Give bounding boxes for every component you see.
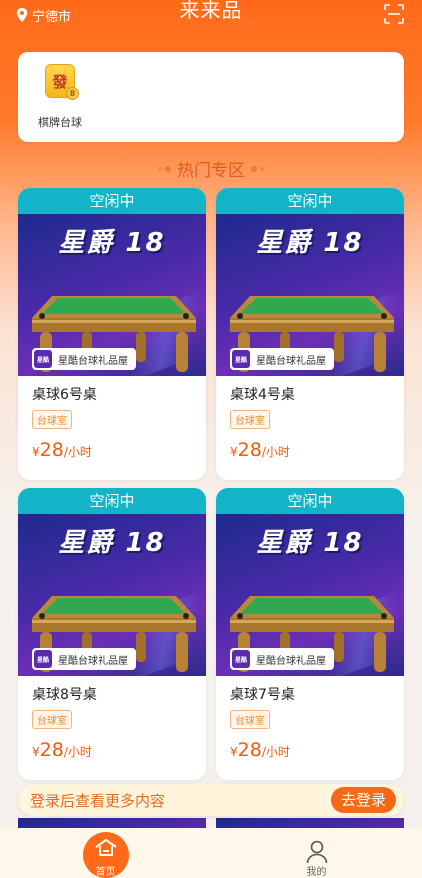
price: ¥28/小时	[32, 439, 92, 461]
tab-home[interactable]: 首页	[0, 828, 211, 878]
table-name: 桌球7号桌	[230, 687, 295, 703]
category-panel: 發 8 棋牌台球	[18, 52, 404, 142]
shop-name: 星酷台球礼品屋	[256, 655, 326, 667]
shop-tag: 星酷 星酷台球礼品屋	[230, 348, 334, 370]
status-banner: 空闲中	[216, 488, 404, 514]
brand-logo: 星爵 18	[58, 228, 166, 258]
venue-type-tag: 台球室	[230, 410, 270, 429]
shop-logo-icon: 星酷	[34, 350, 52, 368]
price: ¥28/小时	[230, 439, 290, 461]
tab-home-label: 首页	[95, 867, 116, 878]
shop-name: 星酷台球礼品屋	[58, 355, 128, 367]
table-name: 桌球8号桌	[32, 687, 97, 703]
price: ¥28/小时	[32, 739, 92, 761]
venue-type-tag: 台球室	[32, 410, 72, 429]
app-title: 来来品	[179, 0, 243, 22]
price: ¥28/小时	[230, 739, 290, 761]
shop-tag: 星酷 星酷台球礼品屋	[230, 648, 334, 670]
brand-logo: 星爵 18	[256, 228, 364, 258]
user-icon	[306, 840, 327, 864]
shop-name: 星酷台球礼品屋	[256, 355, 326, 367]
shop-logo-icon: 星酷	[232, 350, 250, 368]
shop-name: 星酷台球礼品屋	[58, 655, 128, 667]
status-banner: 空闲中	[18, 488, 206, 514]
table-name: 桌球6号桌	[32, 387, 97, 403]
login-prompt-message: 登录后查看更多内容	[30, 791, 166, 810]
tab-mine-label: 我的	[306, 867, 327, 878]
top-bar: 宁德市 来来品	[0, 0, 422, 40]
shop-logo-icon: 星酷	[34, 650, 52, 668]
table-image: 星爵 18 星酷 星酷台球礼品屋	[18, 214, 206, 376]
login-button[interactable]: 去登录	[330, 787, 396, 813]
home-icon	[94, 838, 117, 856]
brand-logo: 星爵 18	[58, 528, 166, 558]
shop-tag: 星酷 星酷台球礼品屋	[32, 348, 136, 370]
category-item-chess-billiards[interactable]: 發 8 棋牌台球	[32, 62, 88, 132]
mahjong-fa-icon: 發 8	[45, 64, 79, 100]
table-image: 星爵 18 星酷 星酷台球礼品屋	[18, 514, 206, 676]
venue-card[interactable]: 空闲中 星爵 18 星酷 星酷台球礼品屋 桌球8号桌 台球室 ¥28/小时	[18, 488, 206, 780]
status-banner: 空闲中	[216, 188, 404, 214]
table-image: 星爵 18 星酷 星酷台球礼品屋	[216, 214, 404, 376]
table-image: 星爵 18 星酷 星酷台球礼品屋	[216, 514, 404, 676]
tab-mine[interactable]: 我的	[211, 828, 422, 878]
status-banner: 空闲中	[18, 188, 206, 214]
decor-dots-right	[251, 165, 264, 172]
brand-logo: 星爵 18	[256, 528, 364, 558]
section-title: 热门专区	[0, 156, 422, 181]
shop-logo-icon: 星酷	[232, 650, 250, 668]
venue-card[interactable]: 空闲中 星爵 18 星酷 星酷台球礼品屋 桌球7号桌 台球室 ¥28/小时	[216, 488, 404, 780]
category-label: 棋牌台球	[38, 116, 82, 129]
coin-badge: 8	[66, 87, 79, 100]
login-prompt-bar: 登录后查看更多内容 去登录	[18, 784, 404, 816]
venue-type-tag: 台球室	[230, 710, 270, 729]
scan-icon[interactable]	[384, 4, 404, 24]
venue-card[interactable]: 空闲中 星爵 18 星酷 星酷台球礼品屋 桌球4号桌 台球室 ¥28/小时	[216, 188, 404, 480]
venue-type-tag: 台球室	[32, 710, 72, 729]
section-title-text: 热门专区	[177, 161, 245, 181]
venue-card[interactable]: 空闲中 星爵 18 星酷 星酷台球礼品屋 桌球6号桌 台球室 ¥28/小时	[18, 188, 206, 480]
bottom-tab-bar: 首页 我的	[0, 828, 422, 878]
shop-tag: 星酷 星酷台球礼品屋	[32, 648, 136, 670]
table-name: 桌球4号桌	[230, 387, 295, 403]
decor-dots-left	[158, 165, 171, 172]
